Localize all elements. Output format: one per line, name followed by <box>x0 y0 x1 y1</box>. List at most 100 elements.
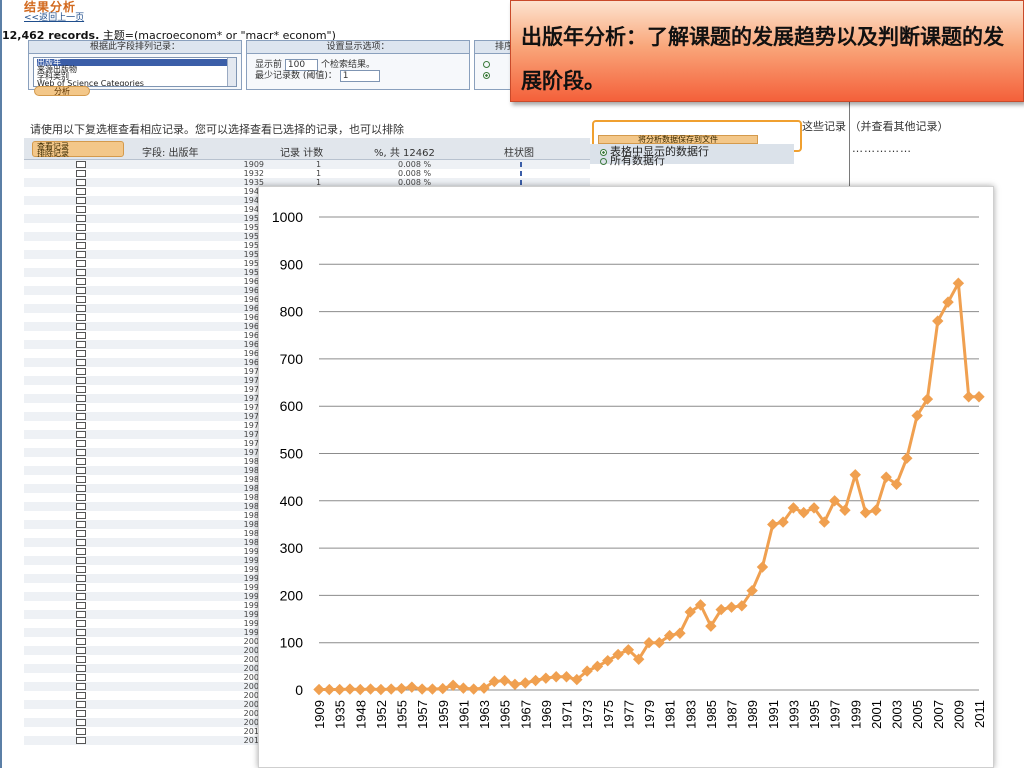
row-checkbox[interactable] <box>76 521 86 528</box>
row-checkbox[interactable] <box>76 422 86 429</box>
row-checkbox[interactable] <box>76 548 86 555</box>
row-checkbox[interactable] <box>76 161 86 168</box>
row-checkbox[interactable] <box>76 278 86 285</box>
x-tick-label: 2009 <box>951 700 966 729</box>
row-checkbox[interactable] <box>76 305 86 312</box>
row-checkbox[interactable] <box>76 701 86 708</box>
row-checkbox[interactable] <box>76 296 86 303</box>
back-link[interactable]: <<返回上一页 <box>24 10 84 23</box>
min-records-input[interactable]: 1 <box>339 70 380 82</box>
data-point <box>870 504 882 516</box>
x-tick-label: 1973 <box>580 700 595 729</box>
row-checkbox[interactable] <box>76 593 86 600</box>
row-checkbox[interactable] <box>76 512 86 519</box>
row-checkbox[interactable] <box>76 728 86 735</box>
row-checkbox[interactable] <box>76 584 86 591</box>
row-checkbox[interactable] <box>76 611 86 618</box>
table-row: 1932 1 0.008 % <box>24 169 590 178</box>
row-checkbox[interactable] <box>76 350 86 357</box>
row-checkbox[interactable] <box>76 719 86 726</box>
row-checkbox[interactable] <box>76 656 86 663</box>
row-checkbox[interactable] <box>76 503 86 510</box>
row-checkbox[interactable] <box>76 647 86 654</box>
data-point <box>437 682 449 695</box>
row-checkbox[interactable] <box>76 197 86 204</box>
x-tick-label: 2011 <box>972 700 987 728</box>
row-checkbox[interactable] <box>76 242 86 249</box>
x-tick-label: 1991 <box>766 700 781 729</box>
row-checkbox[interactable] <box>76 251 86 258</box>
list-scrollbar[interactable] <box>227 58 236 86</box>
row-checkbox[interactable] <box>76 341 86 348</box>
data-point <box>973 391 985 403</box>
row-checkbox[interactable] <box>76 602 86 609</box>
chart-svg: 0 100 200 300 400 500 600 700 800 900 1000 1909 1935… <box>272 209 987 729</box>
checkbox-hint-tail: 这些记录 （并查看其他记录） <box>802 120 949 133</box>
save-option-all-rows[interactable]: 所有数据行 <box>600 152 665 168</box>
row-checkbox[interactable] <box>76 494 86 501</box>
row-checkbox[interactable] <box>76 323 86 330</box>
row-checkbox[interactable] <box>76 458 86 465</box>
row-checkbox[interactable] <box>76 539 86 546</box>
row-checkbox[interactable] <box>76 737 86 744</box>
row-checkbox[interactable] <box>76 431 86 438</box>
min-records-label: 最少记录数 (阈值)： <box>255 71 337 81</box>
row-checkbox[interactable] <box>76 692 86 699</box>
row-checkbox[interactable] <box>76 404 86 411</box>
row-checkbox[interactable] <box>76 260 86 267</box>
row-checkbox[interactable] <box>76 224 86 231</box>
publication-year-chart: 0 100 200 300 400 500 600 700 800 900 1000 1909 1935… <box>258 186 994 768</box>
row-checkbox[interactable] <box>76 557 86 564</box>
row-checkbox[interactable] <box>76 665 86 672</box>
row-checkbox[interactable] <box>76 377 86 384</box>
row-checkbox[interactable] <box>76 683 86 690</box>
row-checkbox[interactable] <box>76 440 86 447</box>
row-checkbox[interactable] <box>76 332 86 339</box>
analyze-button[interactable]: 分析 <box>34 86 90 96</box>
row-checkbox[interactable] <box>76 566 86 573</box>
data-point <box>447 679 459 691</box>
row-checkbox[interactable] <box>76 188 86 195</box>
row-checkbox[interactable] <box>76 368 86 375</box>
analysis-options: 根据此字段排列记录： 出版年 来源出版物 学科类别 Web of Science… <box>28 40 588 96</box>
row-checkbox[interactable] <box>76 206 86 213</box>
x-tick-label: 1971 <box>560 700 575 729</box>
row-checkbox[interactable] <box>76 449 86 456</box>
save-option-radio[interactable] <box>600 157 607 165</box>
row-checkbox[interactable] <box>76 170 86 177</box>
row-checkbox[interactable] <box>76 467 86 474</box>
row-checkbox[interactable] <box>76 287 86 294</box>
row-checkbox[interactable] <box>76 215 86 222</box>
row-checkbox[interactable] <box>76 674 86 681</box>
row-checkbox[interactable] <box>76 386 86 393</box>
display-top-select[interactable]: 100 <box>284 59 319 71</box>
row-checkbox[interactable] <box>76 620 86 627</box>
row-checkbox[interactable] <box>76 638 86 645</box>
row-checkbox[interactable] <box>76 269 86 276</box>
x-tick-label: 1999 <box>848 700 863 729</box>
row-checkbox[interactable] <box>76 530 86 537</box>
x-tick-label: 2003 <box>890 700 905 729</box>
sort-field-list[interactable]: 出版年 来源出版物 学科类别 Web of Science Categories <box>33 57 237 87</box>
sort-order-radio[interactable] <box>483 72 490 79</box>
sort-field-header: 根据此字段排列记录： <box>29 41 241 54</box>
table-header: 查看记录 排除记录 字段: 出版年 记录 计数 %, 共 12462 柱状图 <box>24 138 590 160</box>
row-checkbox[interactable] <box>76 629 86 636</box>
x-tick-label: 1975 <box>601 700 616 729</box>
row-checkbox[interactable] <box>76 233 86 240</box>
row-checkbox[interactable] <box>76 485 86 492</box>
row-checkbox[interactable] <box>76 179 86 186</box>
row-checkbox[interactable] <box>76 413 86 420</box>
y-tick-label: 800 <box>280 304 304 320</box>
row-checkbox[interactable] <box>76 314 86 321</box>
sort-order-radio[interactable] <box>483 61 490 68</box>
row-checkbox[interactable] <box>76 359 86 366</box>
data-point <box>767 518 779 531</box>
x-tick-label: 1961 <box>456 700 471 729</box>
row-checkbox[interactable] <box>76 710 86 717</box>
exclude-records-button[interactable]: 排除记录 <box>37 150 119 158</box>
row-checkbox[interactable] <box>76 575 86 582</box>
view-exclude-buttons[interactable]: 查看记录 排除记录 <box>32 141 124 158</box>
row-checkbox[interactable] <box>76 395 86 402</box>
row-checkbox[interactable] <box>76 476 86 483</box>
